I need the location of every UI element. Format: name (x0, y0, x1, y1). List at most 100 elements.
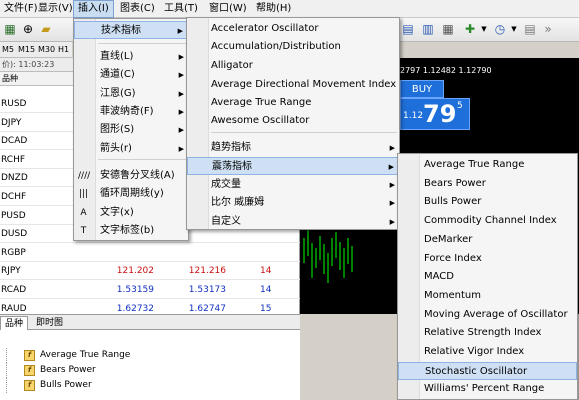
oscillator-menu-item[interactable]: Moving Average of Oscillator (398, 306, 577, 324)
cell-ask: 1.53173 (188, 285, 226, 295)
cell-spr: 14 (260, 285, 272, 295)
timeframe-m15[interactable]: M15 (18, 43, 35, 57)
submenu-arrow-icon: ▶ (388, 163, 394, 171)
indicator-menu-item[interactable]: Awesome Oscillator (187, 112, 399, 130)
timeframe-bar: M5 M15 M30 H1 (0, 42, 72, 58)
cell-bid: 1.53159 (116, 285, 154, 295)
indicator-menu-item[interactable]: 震荡指标 ▶ (187, 157, 399, 175)
cell-sym: RJPY (1, 266, 21, 277)
submenu-arrow-icon: ▶ (389, 181, 395, 189)
oscillator-menu-item[interactable]: MACD (398, 268, 577, 286)
submenu-arrow-icon: ▶ (389, 199, 395, 207)
timeframe-m5[interactable]: M5 (2, 43, 14, 57)
insert-menu-item[interactable]: ////安德鲁分叉线(A) (74, 167, 188, 185)
oscillator-menu-item[interactable]: Momentum (398, 287, 577, 305)
cell-bid: 121.202 (116, 266, 154, 277)
tab-symbols[interactable]: 品种 (0, 316, 29, 330)
oscillator-menu-item[interactable]: Williams' Percent Range (398, 380, 577, 398)
insert-menu-item[interactable]: 江恩(G) ▶ (74, 85, 188, 103)
submenu-arrow-icon: ▶ (389, 144, 395, 152)
cell-sym: RUSD (1, 99, 27, 109)
cell-sym: RGBP (1, 247, 26, 258)
insert-menu-item[interactable]: 图形(S) ▶ (74, 121, 188, 139)
market-watch-tabs: 品种 即时图 (0, 314, 300, 330)
cell-sym: DUSD (1, 229, 28, 240)
submenu-arrow-icon: ▶ (178, 145, 184, 153)
new-chart-icon[interactable]: ▦ (2, 21, 18, 37)
cell-spr: 14 (260, 266, 272, 277)
folder-icon[interactable]: ▰ (38, 21, 54, 37)
oscillator-menu-item[interactable]: Force Index (398, 250, 577, 268)
insert-menu-item[interactable]: 菲波纳奇(F) ▶ (74, 103, 188, 121)
indicator-menu-item[interactable]: Accumulation/Distribution (187, 38, 399, 56)
insert-menu-item[interactable]: 直线(L) ▶ (74, 48, 188, 66)
buy-price-box[interactable]: 1.12 79 5 (400, 98, 470, 130)
submenu-arrow-icon: ▶ (177, 27, 183, 35)
oscillator-menu-item[interactable]: Relative Strength Index (398, 324, 577, 342)
submenu-arrow-icon: ▶ (389, 218, 395, 226)
market-watch-row[interactable]: RGBP (0, 245, 300, 262)
indicator-menu-item[interactable]: 成交量 ▶ (187, 176, 399, 194)
indicator-menu-item[interactable]: Average Directional Movement Index (187, 76, 399, 94)
navigator-panel: f Average True Range f Bears Power f Bulls … (0, 330, 300, 400)
oscillator-menu-item[interactable]: Relative Vigor Index (398, 343, 577, 361)
oscillator-menu-item[interactable]: Bulls Power (398, 193, 577, 211)
timeframe-h1[interactable]: H1 (58, 43, 69, 57)
oscillators-submenu: Average True Range Bears Power Bulls Power… (397, 153, 578, 400)
submenu-arrow-icon: ▶ (178, 71, 184, 79)
indicator-menu-item[interactable]: Accelerator Oscillator (187, 20, 399, 38)
indicator-menu-item[interactable]: Alligator (187, 57, 399, 75)
buy-button[interactable]: BUY (400, 80, 444, 98)
navigator-item[interactable]: f Average True Range (0, 348, 300, 363)
buy-price-small: 1.12 (403, 111, 424, 121)
cell-sym: DJPY (1, 117, 22, 128)
buy-price-sup: 5 (457, 101, 463, 111)
submenu-arrow-icon: ▶ (178, 126, 184, 134)
insert-menu-item[interactable]: T 文字标签(b) (74, 222, 188, 240)
menu-tools[interactable]: 工具(T) (160, 0, 202, 18)
more-icon[interactable]: » (540, 21, 556, 37)
menu-insert[interactable]: 插入(I) (73, 0, 114, 18)
buy-price-big: 79 (423, 100, 457, 128)
indicator-menu-item[interactable]: Average True Range (187, 94, 399, 112)
menu-view[interactable]: 显示(V) (34, 0, 77, 18)
indicator-menu-item[interactable]: 比尔 威廉姆 ▶ (187, 194, 399, 212)
menu-bar: 文件(F) 显示(V) 插入(I) 图表(C) 工具(T) 窗口(W) 帮助(H… (0, 0, 579, 18)
navigator-item[interactable]: f Bears Power (0, 363, 300, 378)
tab-tick-chart[interactable]: 即时图 (32, 316, 67, 330)
submenu-arrow-icon: ▶ (178, 53, 184, 61)
cell-sym: PUSD (1, 210, 26, 221)
indicator-menu-item[interactable]: 趋势指标 ▶ (187, 139, 399, 157)
insert-menu-item[interactable]: 箭头(r) ▶ (74, 140, 188, 158)
indicator-menu-item[interactable]: 自定义 ▶ (187, 213, 399, 231)
market-watch-row[interactable]: RJPY 121.202 121.216 14 (0, 263, 300, 281)
menu-window[interactable]: 窗口(W) (205, 0, 251, 18)
tool-icon: //// (78, 171, 91, 181)
crosshair-icon[interactable]: ⊕ (20, 21, 36, 37)
menu-help[interactable]: 帮助(H) (252, 0, 295, 18)
market-watch-row[interactable]: RCAD 1.53159 1.53173 14 (0, 282, 300, 299)
grid-icon[interactable]: ▦ (440, 21, 456, 37)
insert-menu-item[interactable]: 通道(C) ▶ (74, 66, 188, 84)
oscillator-menu-item[interactable]: Bears Power (398, 175, 577, 193)
oscillator-menu-item[interactable]: Commodity Channel Index (398, 212, 577, 230)
oscillator-menu-item[interactable]: Stochastic Oscillator (398, 361, 577, 380)
navigator-item[interactable]: f Bulls Power (0, 378, 300, 393)
chevron-down-icon[interactable]: ▼ (476, 21, 492, 37)
oscillator-menu-item[interactable]: DeMarker (398, 231, 577, 249)
column-symbol: 品种 (2, 74, 18, 83)
menu-chart[interactable]: 图表(C) (116, 0, 159, 18)
tool-icon: A (80, 208, 87, 218)
insert-menu-item[interactable]: A 文字(x) (74, 204, 188, 222)
cell-sym: DCAD (1, 136, 28, 147)
oscillator-menu-item[interactable]: Average True Range (398, 156, 577, 174)
timeframe-m30[interactable]: M30 (38, 43, 55, 57)
tile-windows-icon[interactable]: ▤ (400, 21, 416, 37)
insert-menu-item[interactable]: 技术指标 ▶ (74, 21, 188, 39)
cell-sym: RCHF (1, 154, 26, 165)
chevron-down-icon[interactable]: ▼ (506, 21, 522, 37)
template-list-icon[interactable]: ▤ (522, 21, 538, 37)
template-icon[interactable]: ▥ (420, 21, 436, 37)
insert-menu-item[interactable]: ||| 循环周期线(y) (74, 185, 188, 203)
tool-icon: T (80, 226, 87, 236)
